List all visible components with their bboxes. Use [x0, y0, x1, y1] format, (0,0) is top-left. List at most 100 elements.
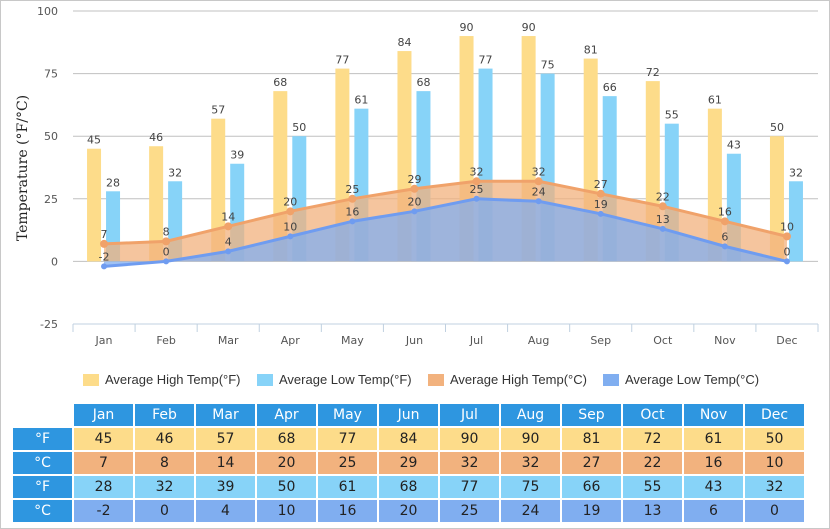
data-label: 8: [163, 225, 170, 238]
y-tick-label: -25: [40, 318, 58, 331]
data-label: 27: [594, 178, 608, 191]
table-cell: 45: [74, 428, 133, 450]
data-label: 55: [665, 109, 679, 122]
data-label: 39: [230, 149, 244, 162]
table-cell: 7: [74, 452, 133, 474]
table-row-high-c: °C 7 8 14 20 25 29 32 32 27 22 16 10: [13, 452, 804, 474]
data-label: 61: [354, 94, 368, 107]
table-cell: 43: [684, 476, 743, 498]
table-row-high-f: °F 45 46 57 68 77 84 90 90 81 72 61 50: [13, 428, 804, 450]
table-cell: 16: [318, 500, 377, 522]
table-cell: 61: [318, 476, 377, 498]
table-cell: 27: [562, 452, 621, 474]
data-label: 46: [149, 131, 163, 144]
data-label: 16: [718, 205, 732, 218]
table-cell: 0: [745, 500, 804, 522]
x-tick-label: Jul: [469, 334, 483, 347]
y-axis-label: Temperature (°F/°C): [15, 95, 31, 241]
point-high-c: [224, 222, 233, 231]
table-cell: 22: [623, 452, 682, 474]
legend-item-high-c[interactable]: Average High Temp(°C): [428, 372, 587, 387]
table-month-header: Mar: [196, 404, 255, 426]
x-tick-label: Apr: [281, 334, 301, 347]
table-cell: 4: [196, 500, 255, 522]
table-cell: 16: [684, 452, 743, 474]
point-low-c: [287, 233, 294, 240]
legend-item-high-f[interactable]: Average High Temp(°F): [83, 372, 241, 387]
table-month-header: Oct: [623, 404, 682, 426]
table-cell: 32: [745, 476, 804, 498]
x-tick-label: Oct: [653, 334, 673, 347]
table-month-header: Jun: [379, 404, 438, 426]
data-label: 57: [211, 104, 225, 117]
temperature-table: Jan Feb Mar Apr May Jun Jul Aug Sep Oct …: [11, 402, 806, 524]
bar-high-f: [87, 148, 102, 262]
table-cell: 10: [257, 500, 316, 522]
data-label: 14: [221, 210, 235, 223]
x-tick-label: Nov: [714, 334, 736, 347]
data-label: 0: [163, 245, 170, 258]
table-month-header: Apr: [257, 404, 316, 426]
data-label: 50: [292, 121, 306, 134]
table-cell: 32: [135, 476, 194, 498]
data-label: 32: [470, 165, 484, 178]
data-label: 75: [541, 59, 555, 72]
data-label: 13: [656, 213, 670, 226]
x-tick-label: Sep: [590, 334, 611, 347]
point-low-c: [411, 208, 418, 215]
data-label: 43: [727, 139, 741, 152]
data-label: 28: [106, 176, 120, 189]
point-low-c: [659, 225, 666, 232]
table-cell: 66: [562, 476, 621, 498]
table-corner: [13, 404, 72, 426]
point-low-c: [597, 210, 604, 217]
legend: Average High Temp(°F) Average Low Temp(°…: [0, 372, 830, 390]
legend-label: Average Low Temp(°F): [279, 372, 412, 387]
table-month-header: Aug: [501, 404, 560, 426]
data-label: 50: [770, 121, 784, 134]
table-cell: 10: [745, 452, 804, 474]
table-cell: 0: [135, 500, 194, 522]
data-label: 25: [345, 183, 359, 196]
point-high-c: [286, 207, 295, 216]
table-cell: 68: [257, 428, 316, 450]
table-cell: 72: [623, 428, 682, 450]
data-label: 84: [397, 36, 411, 49]
table-cell: 50: [745, 428, 804, 450]
legend-item-low-f[interactable]: Average Low Temp(°F): [257, 372, 412, 387]
data-label: 32: [789, 166, 803, 179]
table-cell: 8: [135, 452, 194, 474]
data-label: 16: [345, 205, 359, 218]
legend-item-low-c[interactable]: Average Low Temp(°C): [603, 372, 759, 387]
legend-swatch-low-c: [603, 373, 619, 386]
x-tick-label: Aug: [528, 334, 549, 347]
legend-label: Average High Temp(°F): [105, 372, 241, 387]
x-tick-label: Jun: [405, 334, 423, 347]
areas: [100, 177, 791, 270]
y-tick-label: 50: [44, 130, 58, 143]
table-cell: 13: [623, 500, 682, 522]
data-label: 29: [407, 173, 421, 186]
table-unit-cell: °C: [13, 452, 72, 474]
point-high-c: [720, 217, 729, 226]
data-label: 81: [584, 44, 598, 57]
x-axis: Jan Feb Mar Apr May Jun Jul Aug Sep Oct Nov Dec: [72, 323, 819, 347]
table-cell: 61: [684, 428, 743, 450]
data-label: 77: [335, 54, 349, 67]
data-label: 7: [101, 228, 108, 241]
x-tick-label: Mar: [218, 334, 239, 347]
table-cell: -2: [74, 500, 133, 522]
table-row-low-c: °C -2 0 4 10 16 20 25 24 19 13 6 0: [13, 500, 804, 522]
data-label: 24: [532, 185, 546, 198]
table-header-row: Jan Feb Mar Apr May Jun Jul Aug Sep Oct …: [13, 404, 804, 426]
y-tick-label: 75: [44, 68, 58, 81]
data-label: 66: [603, 81, 617, 94]
data-label: 32: [168, 166, 182, 179]
legend-label: Average High Temp(°C): [450, 372, 587, 387]
data-label: 20: [407, 195, 421, 208]
data-label: 90: [460, 21, 474, 34]
data-label: 77: [479, 54, 493, 67]
legend-swatch-high-c: [428, 373, 444, 386]
data-label: 6: [721, 230, 728, 243]
data-label: 90: [522, 21, 536, 34]
